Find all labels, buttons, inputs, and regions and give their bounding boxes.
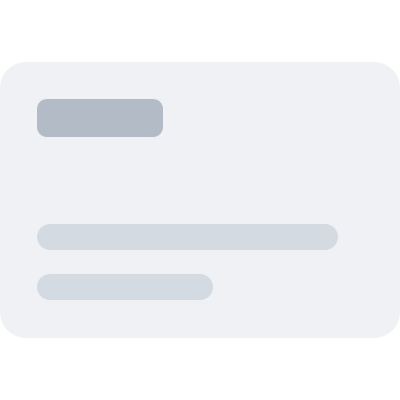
skeleton-canvas [0,0,400,400]
text-line-placeholder-bar [37,274,213,300]
title-placeholder-bar [37,99,163,137]
text-line-placeholder-bar [37,224,338,250]
skeleton-card [0,62,400,338]
